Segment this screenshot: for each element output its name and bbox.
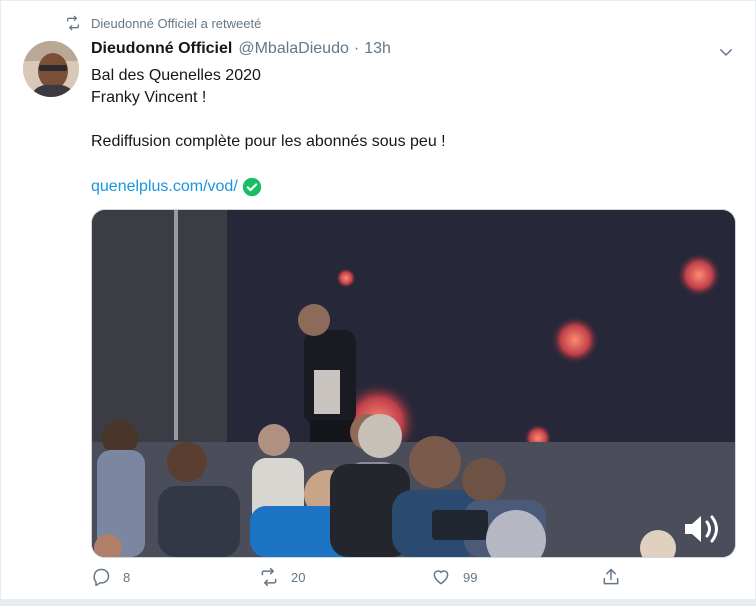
retweet-context-text: Dieudonné Officiel a retweeté [91, 15, 262, 31]
author-handle[interactable]: @MbalaDieudo [238, 40, 349, 58]
like-count: 99 [463, 569, 478, 585]
retweet-icon [67, 15, 79, 31]
tweet-time[interactable]: 13h [364, 40, 391, 58]
tweet-card[interactable]: Dieudonné Officiel a retweeté Dieudonné … [0, 0, 756, 600]
tweet-line: Bal des Quenelles 2020 [91, 67, 261, 84]
avatar[interactable] [23, 41, 79, 97]
video-player[interactable] [91, 209, 736, 558]
tweet-header: Dieudonné Officiel @MbalaDieudo · 13h [91, 40, 391, 58]
separator-dot: · [353, 40, 360, 57]
retweet-count: 20 [291, 569, 306, 585]
tweet-link[interactable]: quenelplus.com/vod/ [91, 178, 238, 196]
retweet-icon [261, 567, 277, 587]
share-button[interactable] [601, 567, 633, 587]
retweet-button[interactable]: 20 [259, 567, 305, 587]
like-button[interactable]: 99 [431, 567, 477, 587]
tweet-line: Rediffusion complète pour les abonnés so… [91, 133, 446, 150]
reply-icon [93, 568, 110, 587]
reply-count: 8 [123, 569, 131, 585]
volume-icon[interactable] [681, 511, 723, 547]
heart-icon [433, 570, 449, 585]
chevron-down-icon[interactable] [717, 43, 735, 61]
tweet-actions: 8 20 99 [91, 567, 631, 595]
check-circle-icon [242, 177, 261, 197]
author-name[interactable]: Dieudonné Officiel [91, 40, 232, 58]
tweet-link-row: quenelplus.com/vod/ [91, 177, 262, 197]
reply-button[interactable]: 8 [91, 567, 130, 587]
retweet-context: Dieudonné Officiel a retweeté [65, 15, 261, 31]
share-icon [603, 568, 619, 585]
tweet-line: Franky Vincent ! [91, 89, 207, 106]
tweet-text: Bal des Quenelles 2020 Franky Vincent ! … [91, 65, 446, 153]
